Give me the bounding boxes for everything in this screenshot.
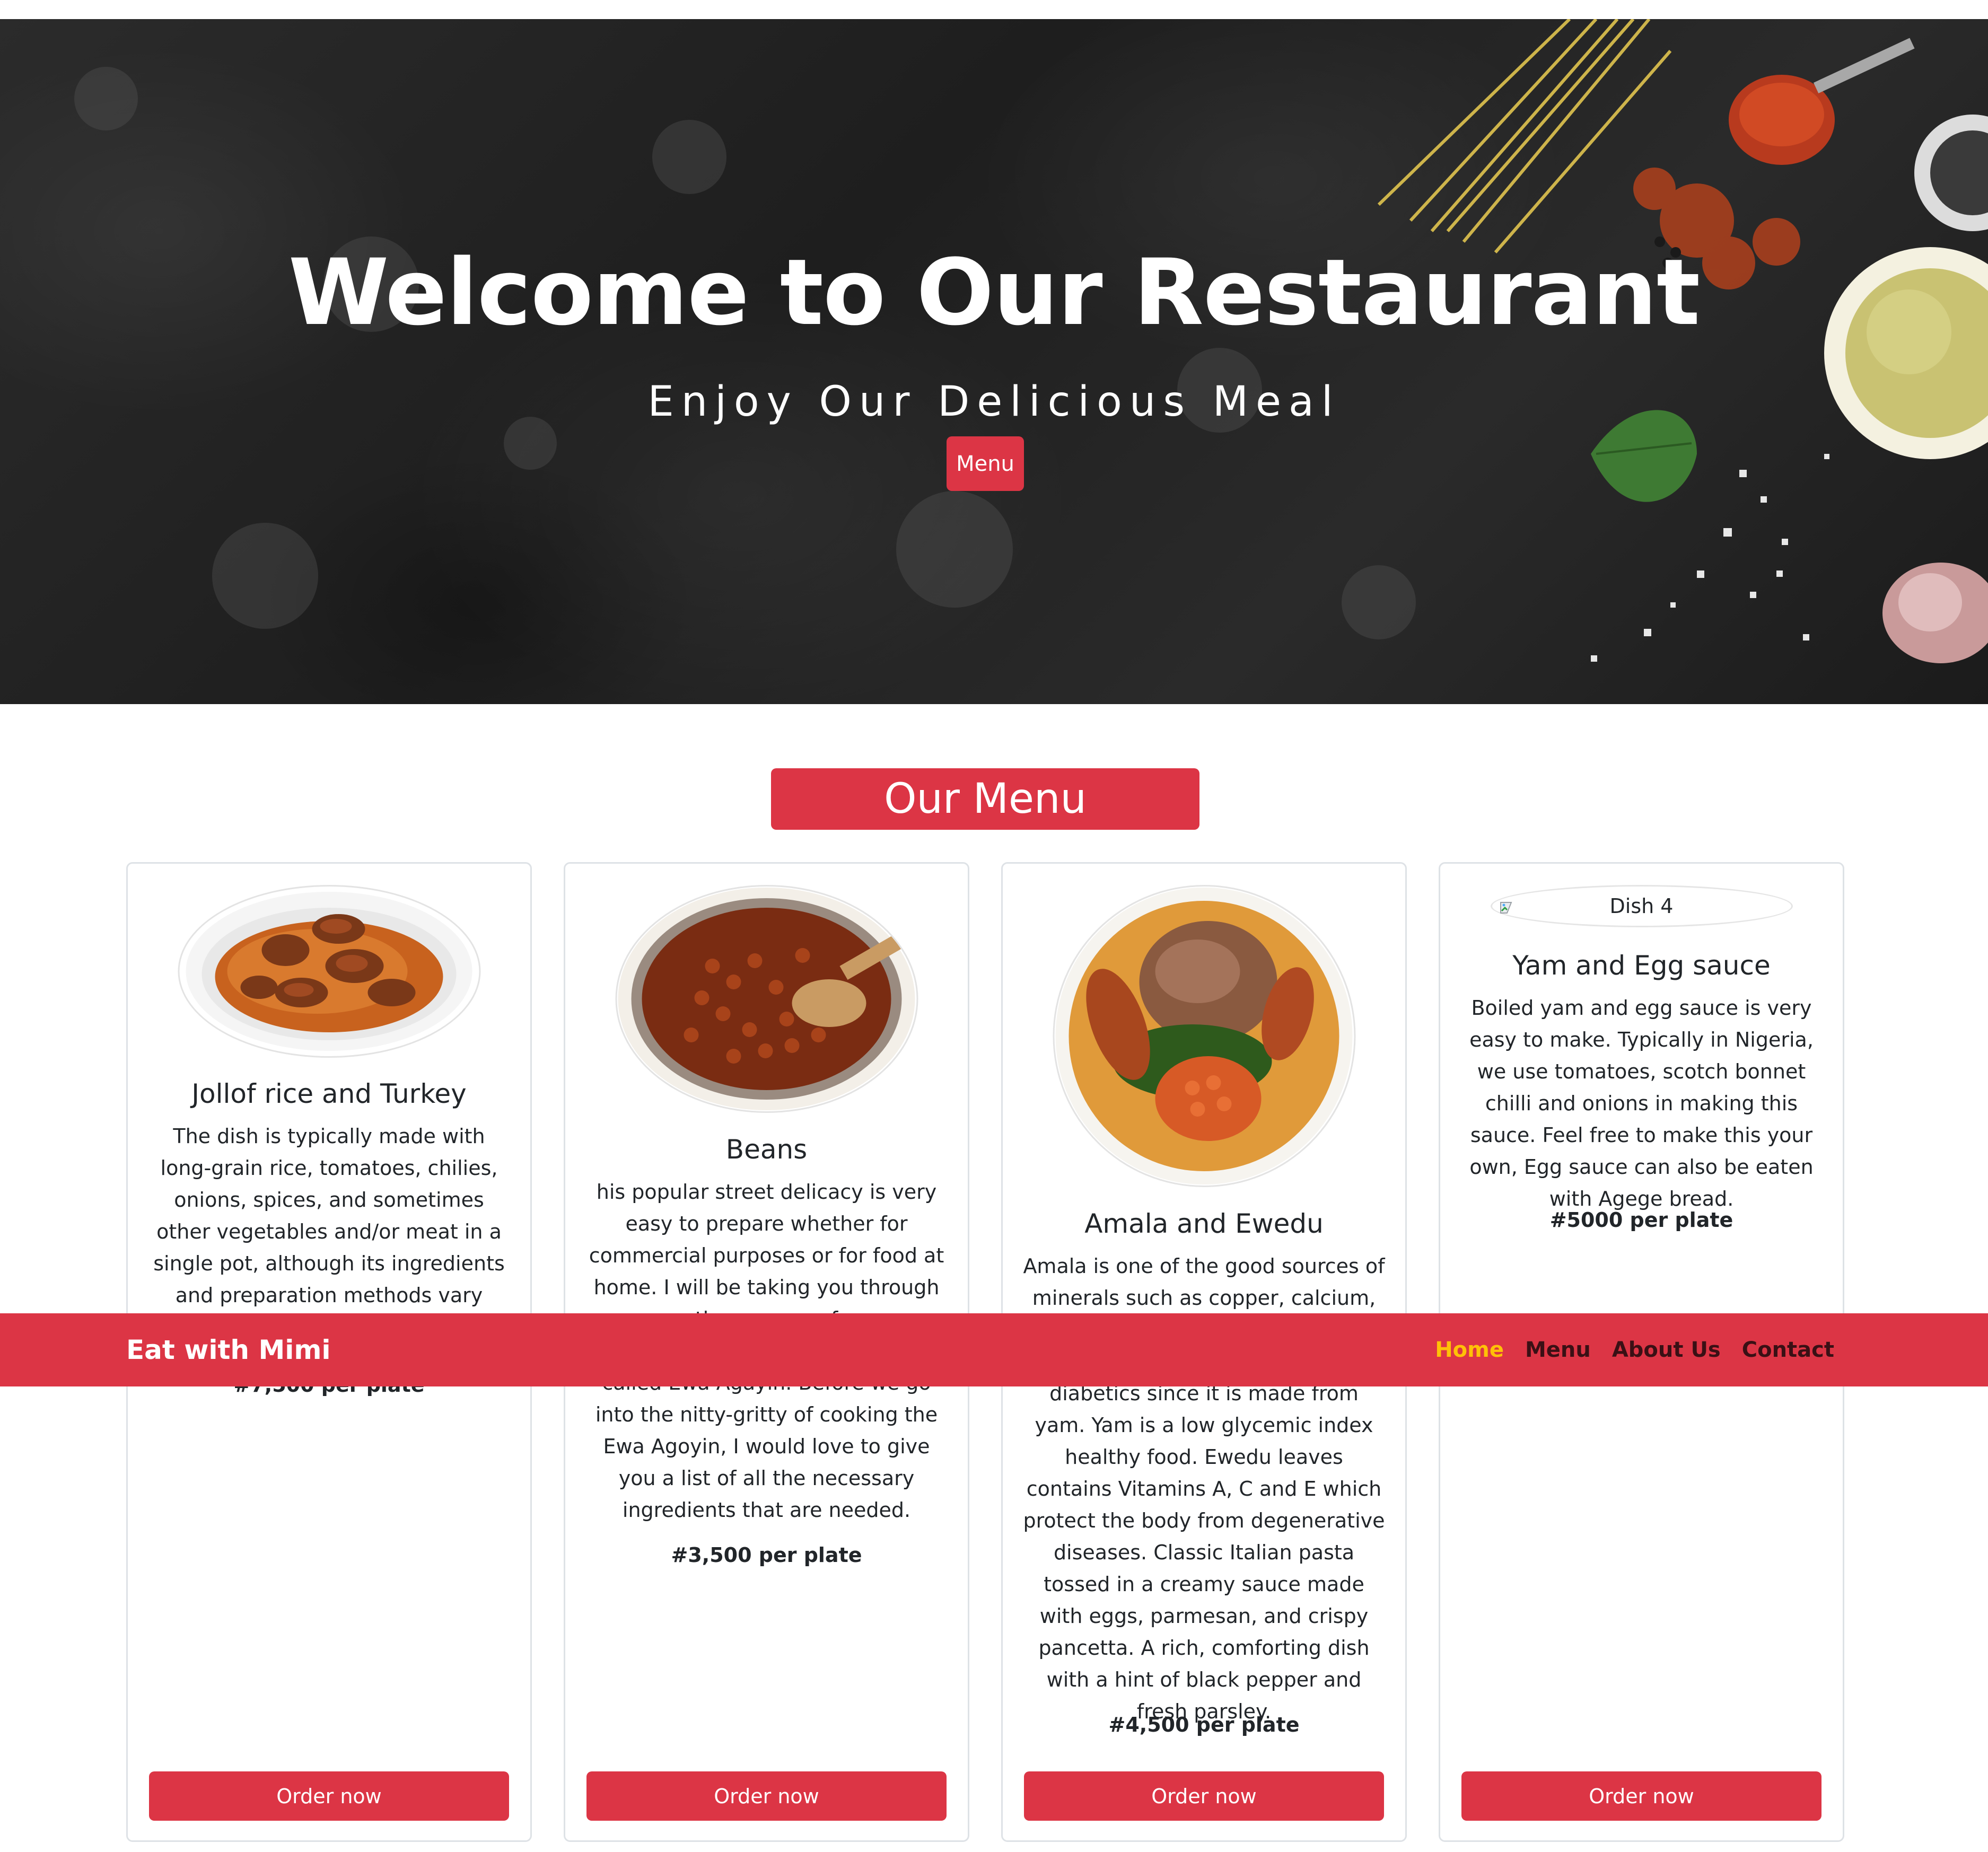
card-description: his popular street delicacy is very easy… (589, 1180, 944, 1331)
menu-section-heading: Our Menu (771, 768, 1199, 830)
card-title: Beans (725, 1134, 808, 1165)
nav-links: Home Menu About Us Contact (1435, 1313, 1834, 1386)
card-price: #4,500 per plate (1108, 1713, 1300, 1736)
hero-menu-button[interactable]: Menu (947, 436, 1024, 491)
hero-background-spices-image (74, 19, 1988, 663)
order-now-button[interactable]: Order now (149, 1771, 509, 1821)
card-title: Jollof rice and Turkey (191, 1078, 467, 1109)
brand-logo-text[interactable]: Eat with Mimi (126, 1313, 331, 1386)
order-now-button[interactable]: Order now (1024, 1771, 1384, 1821)
card-description-continued: diabetics since it is made from yam. Yam… (1023, 1382, 1385, 1723)
card-price: #3,500 per plate (671, 1543, 862, 1567)
card-description: Amala is one of the good sources of mine… (1023, 1254, 1385, 1310)
nav-link-menu[interactable]: Menu (1525, 1338, 1591, 1362)
hero-banner: Welcome to Our Restaurant Enjoy Our Deli… (0, 19, 1988, 704)
card-title: Amala and Ewedu (1084, 1208, 1324, 1239)
card-description-continued: called Ewa Agayin. Before we go into the… (595, 1371, 938, 1522)
hero-subtitle: Enjoy Our Delicious Meal (647, 378, 1341, 426)
amala-ewedu-image (1053, 885, 1355, 1187)
nav-link-home[interactable]: Home (1435, 1338, 1504, 1362)
order-now-button[interactable]: Order now (1461, 1771, 1821, 1821)
navbar: Eat with Mimi Home Menu About Us Contact (0, 1313, 1988, 1386)
image-alt-text: Dish 4 (1609, 894, 1674, 918)
nav-link-contact[interactable]: Contact (1742, 1338, 1834, 1362)
nav-link-about-us[interactable]: About Us (1612, 1338, 1721, 1362)
card-title: Yam and Egg sauce (1512, 950, 1771, 981)
card-price: #5000 per plate (1549, 1208, 1733, 1232)
broken-image-icon (1500, 902, 1512, 914)
dish-image-placeholder: Dish 4 (1490, 885, 1793, 927)
card-description: Boiled yam and egg sauce is very easy to… (1469, 996, 1814, 1210)
hero-title: Welcome to Our Restaurant (288, 239, 1701, 346)
card-description: The dish is typically made with long-gra… (153, 1125, 505, 1339)
order-now-button[interactable]: Order now (586, 1771, 947, 1821)
jollof-rice-image (178, 885, 480, 1058)
beans-image (615, 885, 918, 1113)
